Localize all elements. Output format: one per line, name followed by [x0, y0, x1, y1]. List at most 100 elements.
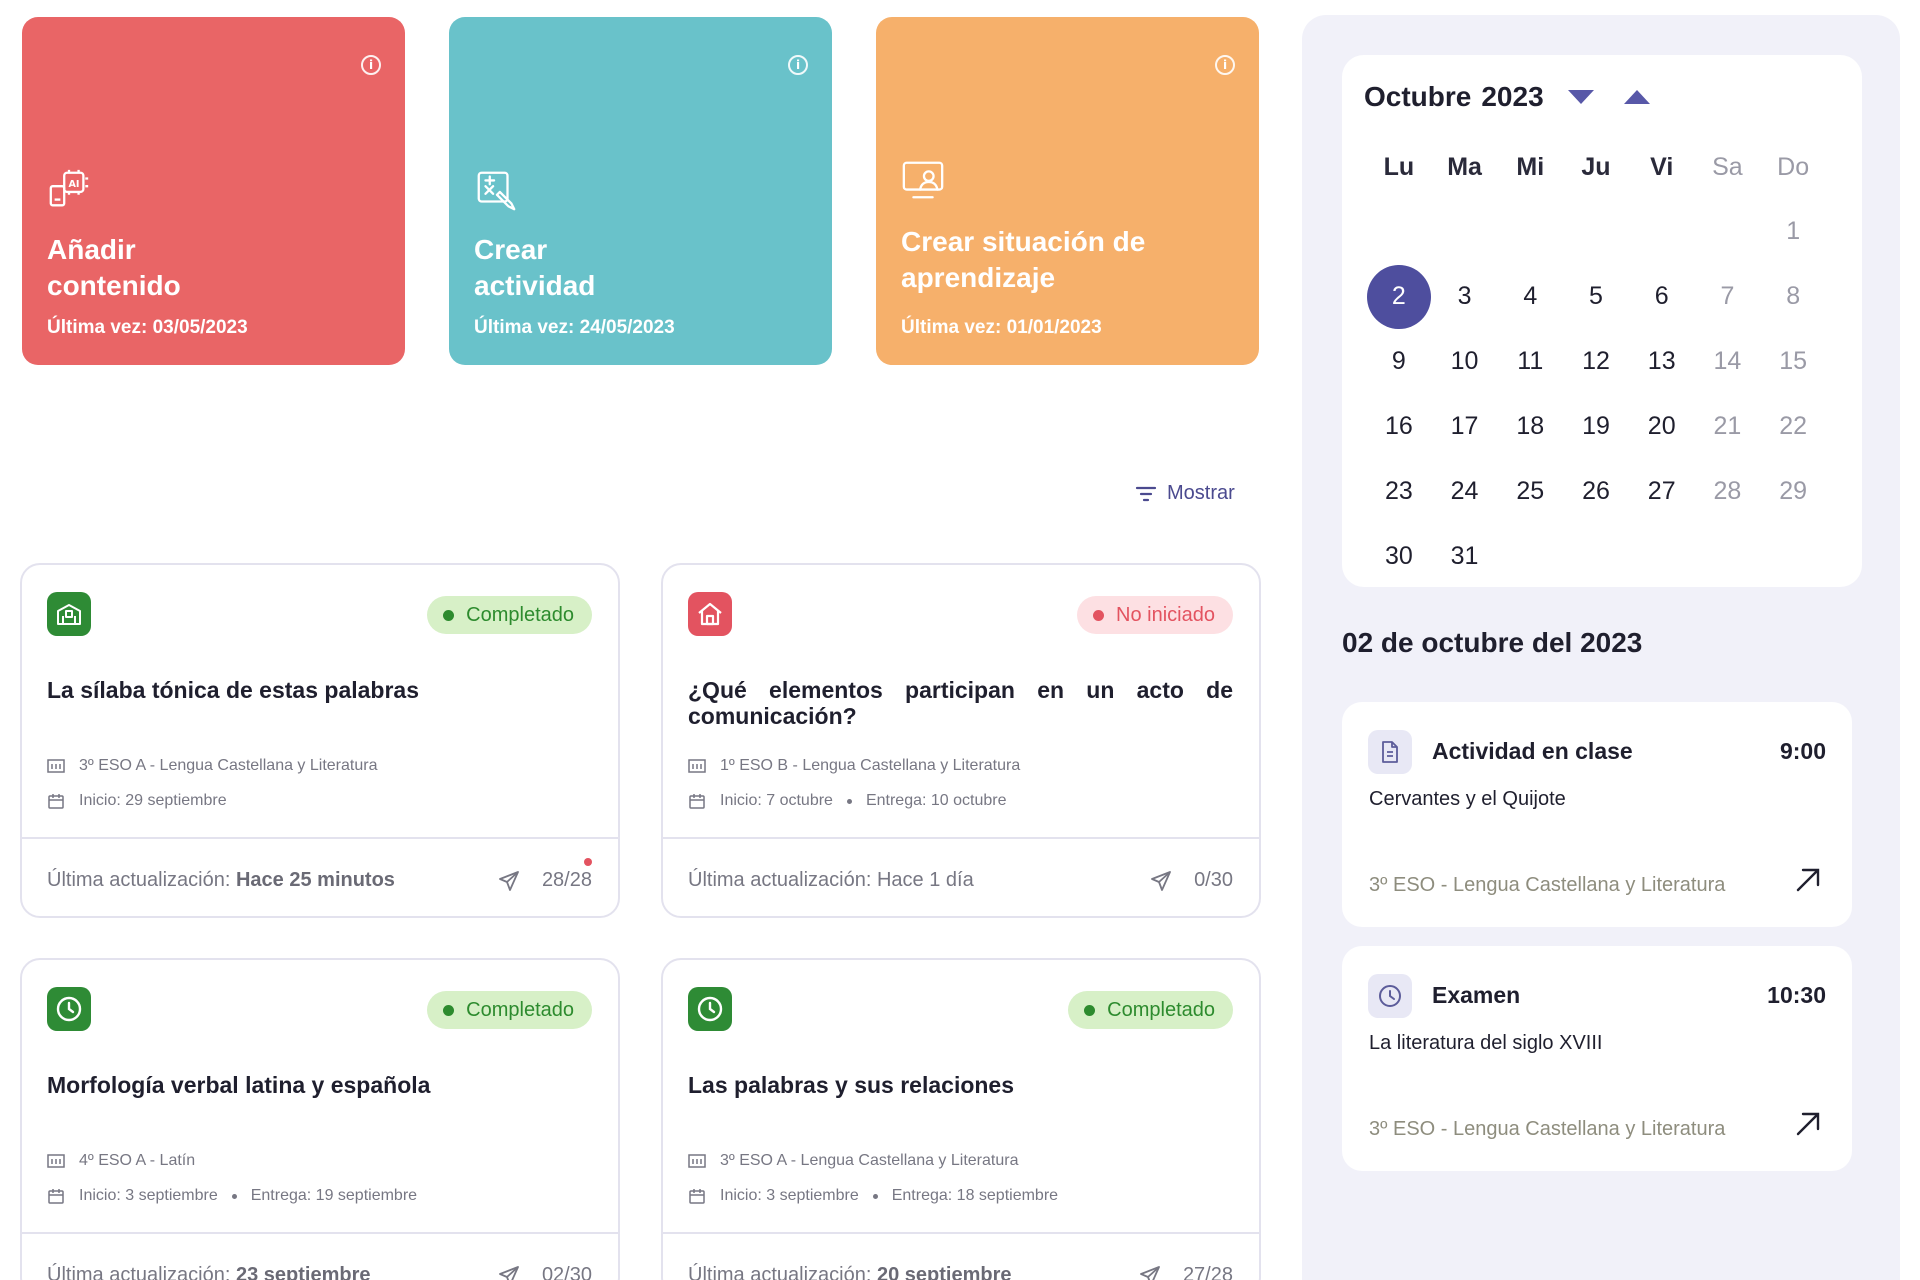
- calendar-day[interactable]: 1: [1760, 199, 1826, 264]
- calendar-day[interactable]: 23: [1366, 459, 1432, 524]
- learning-situation-icon: [902, 161, 944, 199]
- submission-count[interactable]: 02/30: [498, 1264, 592, 1280]
- weekday-row: Lu Ma Mi Ju Vi Sa Do: [1366, 135, 1826, 199]
- calendar-day[interactable]: 27: [1629, 459, 1695, 524]
- calendar-day[interactable]: 26: [1563, 459, 1629, 524]
- next-month-arrow-icon[interactable]: [1567, 90, 1594, 104]
- calendar-day[interactable]: 21: [1695, 394, 1761, 459]
- calendar-day[interactable]: 17: [1432, 394, 1498, 459]
- calendar-day[interactable]: 6: [1629, 264, 1695, 329]
- calendar-day[interactable]: 7: [1695, 264, 1761, 329]
- task-dates: Inicio: 3 septiembre Entrega: 18 septiemb…: [688, 1187, 1058, 1205]
- tile-title: Crear situación de aprendizaje: [901, 226, 1146, 293]
- calendar-day[interactable]: 5: [1563, 264, 1629, 329]
- calendar-day[interactable]: 19: [1563, 394, 1629, 459]
- calendar-day[interactable]: 9: [1366, 329, 1432, 394]
- calendar-day[interactable]: 25: [1497, 459, 1563, 524]
- show-filter-button[interactable]: Mostrar: [1135, 482, 1235, 505]
- calendar-empty-cell: [1497, 524, 1563, 589]
- class-icon: [688, 1154, 706, 1168]
- event-title: Examen: [1432, 982, 1521, 1008]
- calendar-day[interactable]: 4: [1497, 264, 1563, 329]
- calendar-day[interactable]: 22: [1760, 394, 1826, 459]
- calendar-day[interactable]: 10: [1432, 329, 1498, 394]
- calendar-icon: [48, 1189, 64, 1204]
- task-last-update: Última actualización: 20 septiembre: [688, 1264, 1012, 1280]
- tile-create-activity[interactable]: i Crear actividad Última vez: 24/05/2023: [449, 17, 832, 365]
- calendar-day[interactable]: 30: [1366, 524, 1432, 589]
- calendar-icon: [689, 1189, 705, 1204]
- submission-count[interactable]: 0/30: [1150, 869, 1233, 892]
- calendar-day[interactable]: 16: [1366, 394, 1432, 459]
- previous-month-arrow-icon[interactable]: [1623, 90, 1650, 104]
- task-card[interactable]: Completado Las palabras y sus relaciones…: [661, 958, 1261, 1280]
- event-course: 3º ESO - Lengua Castellana y Literatura: [1369, 1118, 1726, 1140]
- calendar-empty-cell: [1432, 199, 1498, 264]
- open-arrow-icon[interactable]: [1792, 864, 1824, 896]
- status-badge: Completado: [427, 596, 592, 634]
- calendar-day[interactable]: 28: [1695, 459, 1761, 524]
- submission-count[interactable]: 28/28: [498, 869, 592, 892]
- tile-add-content[interactable]: i AI Añadir contenido Última vez: 03/05/…: [22, 17, 405, 365]
- submission-count[interactable]: 27/28: [1139, 1264, 1233, 1280]
- calendar-day[interactable]: 3: [1432, 264, 1498, 329]
- calendar-day[interactable]: 11: [1497, 329, 1563, 394]
- send-icon: [1140, 1265, 1160, 1280]
- calendar-empty-cell: [1563, 524, 1629, 589]
- event-description: Cervantes y el Quijote: [1369, 788, 1566, 810]
- clock-icon: [47, 987, 91, 1031]
- calendar-days: 1 2 3 4 5 6 7 8 9 10 11 12 13 14 15 16 17 18 19 20 21 22 23 24 2…: [1366, 199, 1826, 589]
- send-icon: [499, 870, 519, 891]
- calendar-day[interactable]: 14: [1695, 329, 1761, 394]
- calendar-day[interactable]: 2: [1366, 264, 1432, 329]
- calendar-day[interactable]: 29: [1760, 459, 1826, 524]
- send-icon: [499, 1265, 519, 1280]
- calendar-day[interactable]: 15: [1760, 329, 1826, 394]
- calendar-empty-cell: [1497, 199, 1563, 264]
- notification-dot: [584, 858, 592, 866]
- calendar-week-row: 2345678: [1366, 264, 1826, 329]
- school-icon: [47, 592, 91, 636]
- info-icon[interactable]: i: [788, 55, 808, 75]
- task-card[interactable]: Completado Morfología verbal latina y es…: [20, 958, 620, 1280]
- document-icon: [1368, 730, 1412, 774]
- clock-icon: [688, 987, 732, 1031]
- calendar-week-row: 9 10 11 12 13 14 15: [1366, 329, 1826, 394]
- event-time: 9:00: [1779, 738, 1826, 764]
- task-last-update: Última actualización: Hace 25 minutos: [47, 869, 395, 891]
- calendar-week-row: 30 31: [1366, 524, 1826, 589]
- info-icon[interactable]: i: [1215, 55, 1235, 75]
- info-icon[interactable]: i: [361, 55, 381, 75]
- calendar-day[interactable]: 18: [1497, 394, 1563, 459]
- task-dates: Inicio: 3 septiembre Entrega: 19 septiemb…: [47, 1187, 417, 1205]
- tile-title: Añadir contenido: [47, 234, 181, 301]
- tile-create-learning-situation[interactable]: i Crear situación de aprendizaje Última …: [876, 17, 1259, 365]
- calendar-day[interactable]: 20: [1629, 394, 1695, 459]
- calendar-week-row: 23 24 25 26 27 28 29: [1366, 459, 1826, 524]
- calendar-empty-cell: [1629, 199, 1695, 264]
- agenda-event[interactable]: Examen 10:30 La literatura del siglo XVI…: [1342, 946, 1852, 1171]
- open-arrow-icon[interactable]: [1792, 1108, 1824, 1140]
- class-icon: [47, 759, 65, 773]
- filter-icon: [1135, 486, 1157, 501]
- calendar-week-row: 16 17 18 19 20 21 22: [1366, 394, 1826, 459]
- class-icon: [688, 759, 706, 773]
- calendar-empty-cell: [1366, 199, 1432, 264]
- task-card[interactable]: No iniciado ¿Qué elementos participan en…: [661, 563, 1261, 918]
- task-card[interactable]: Completado La sílaba tónica de estas pal…: [20, 563, 620, 918]
- agenda-event[interactable]: Actividad en clase 9:00 Cervantes y el Q…: [1342, 702, 1852, 927]
- calendar-empty-cell: [1695, 524, 1761, 589]
- calendar-header: Octubre 2023: [1364, 81, 1650, 113]
- task-title: Las palabras y sus relaciones: [688, 1072, 1015, 1098]
- calendar-day[interactable]: 13: [1629, 329, 1695, 394]
- class-icon: [47, 1154, 65, 1168]
- calendar-day[interactable]: 24: [1432, 459, 1498, 524]
- event-description: La literatura del siglo XVIII: [1369, 1032, 1603, 1054]
- weekday-label: Ju: [1581, 152, 1611, 181]
- calendar-day[interactable]: 12: [1563, 329, 1629, 394]
- agenda-date-title: 02 de octubre del 2023: [1342, 627, 1643, 658]
- calendar-day[interactable]: 8: [1760, 264, 1826, 329]
- status-badge: Completado: [427, 991, 592, 1029]
- task-dates: Inicio: 29 septiembre: [47, 792, 227, 810]
- calendar-day[interactable]: 31: [1432, 524, 1498, 589]
